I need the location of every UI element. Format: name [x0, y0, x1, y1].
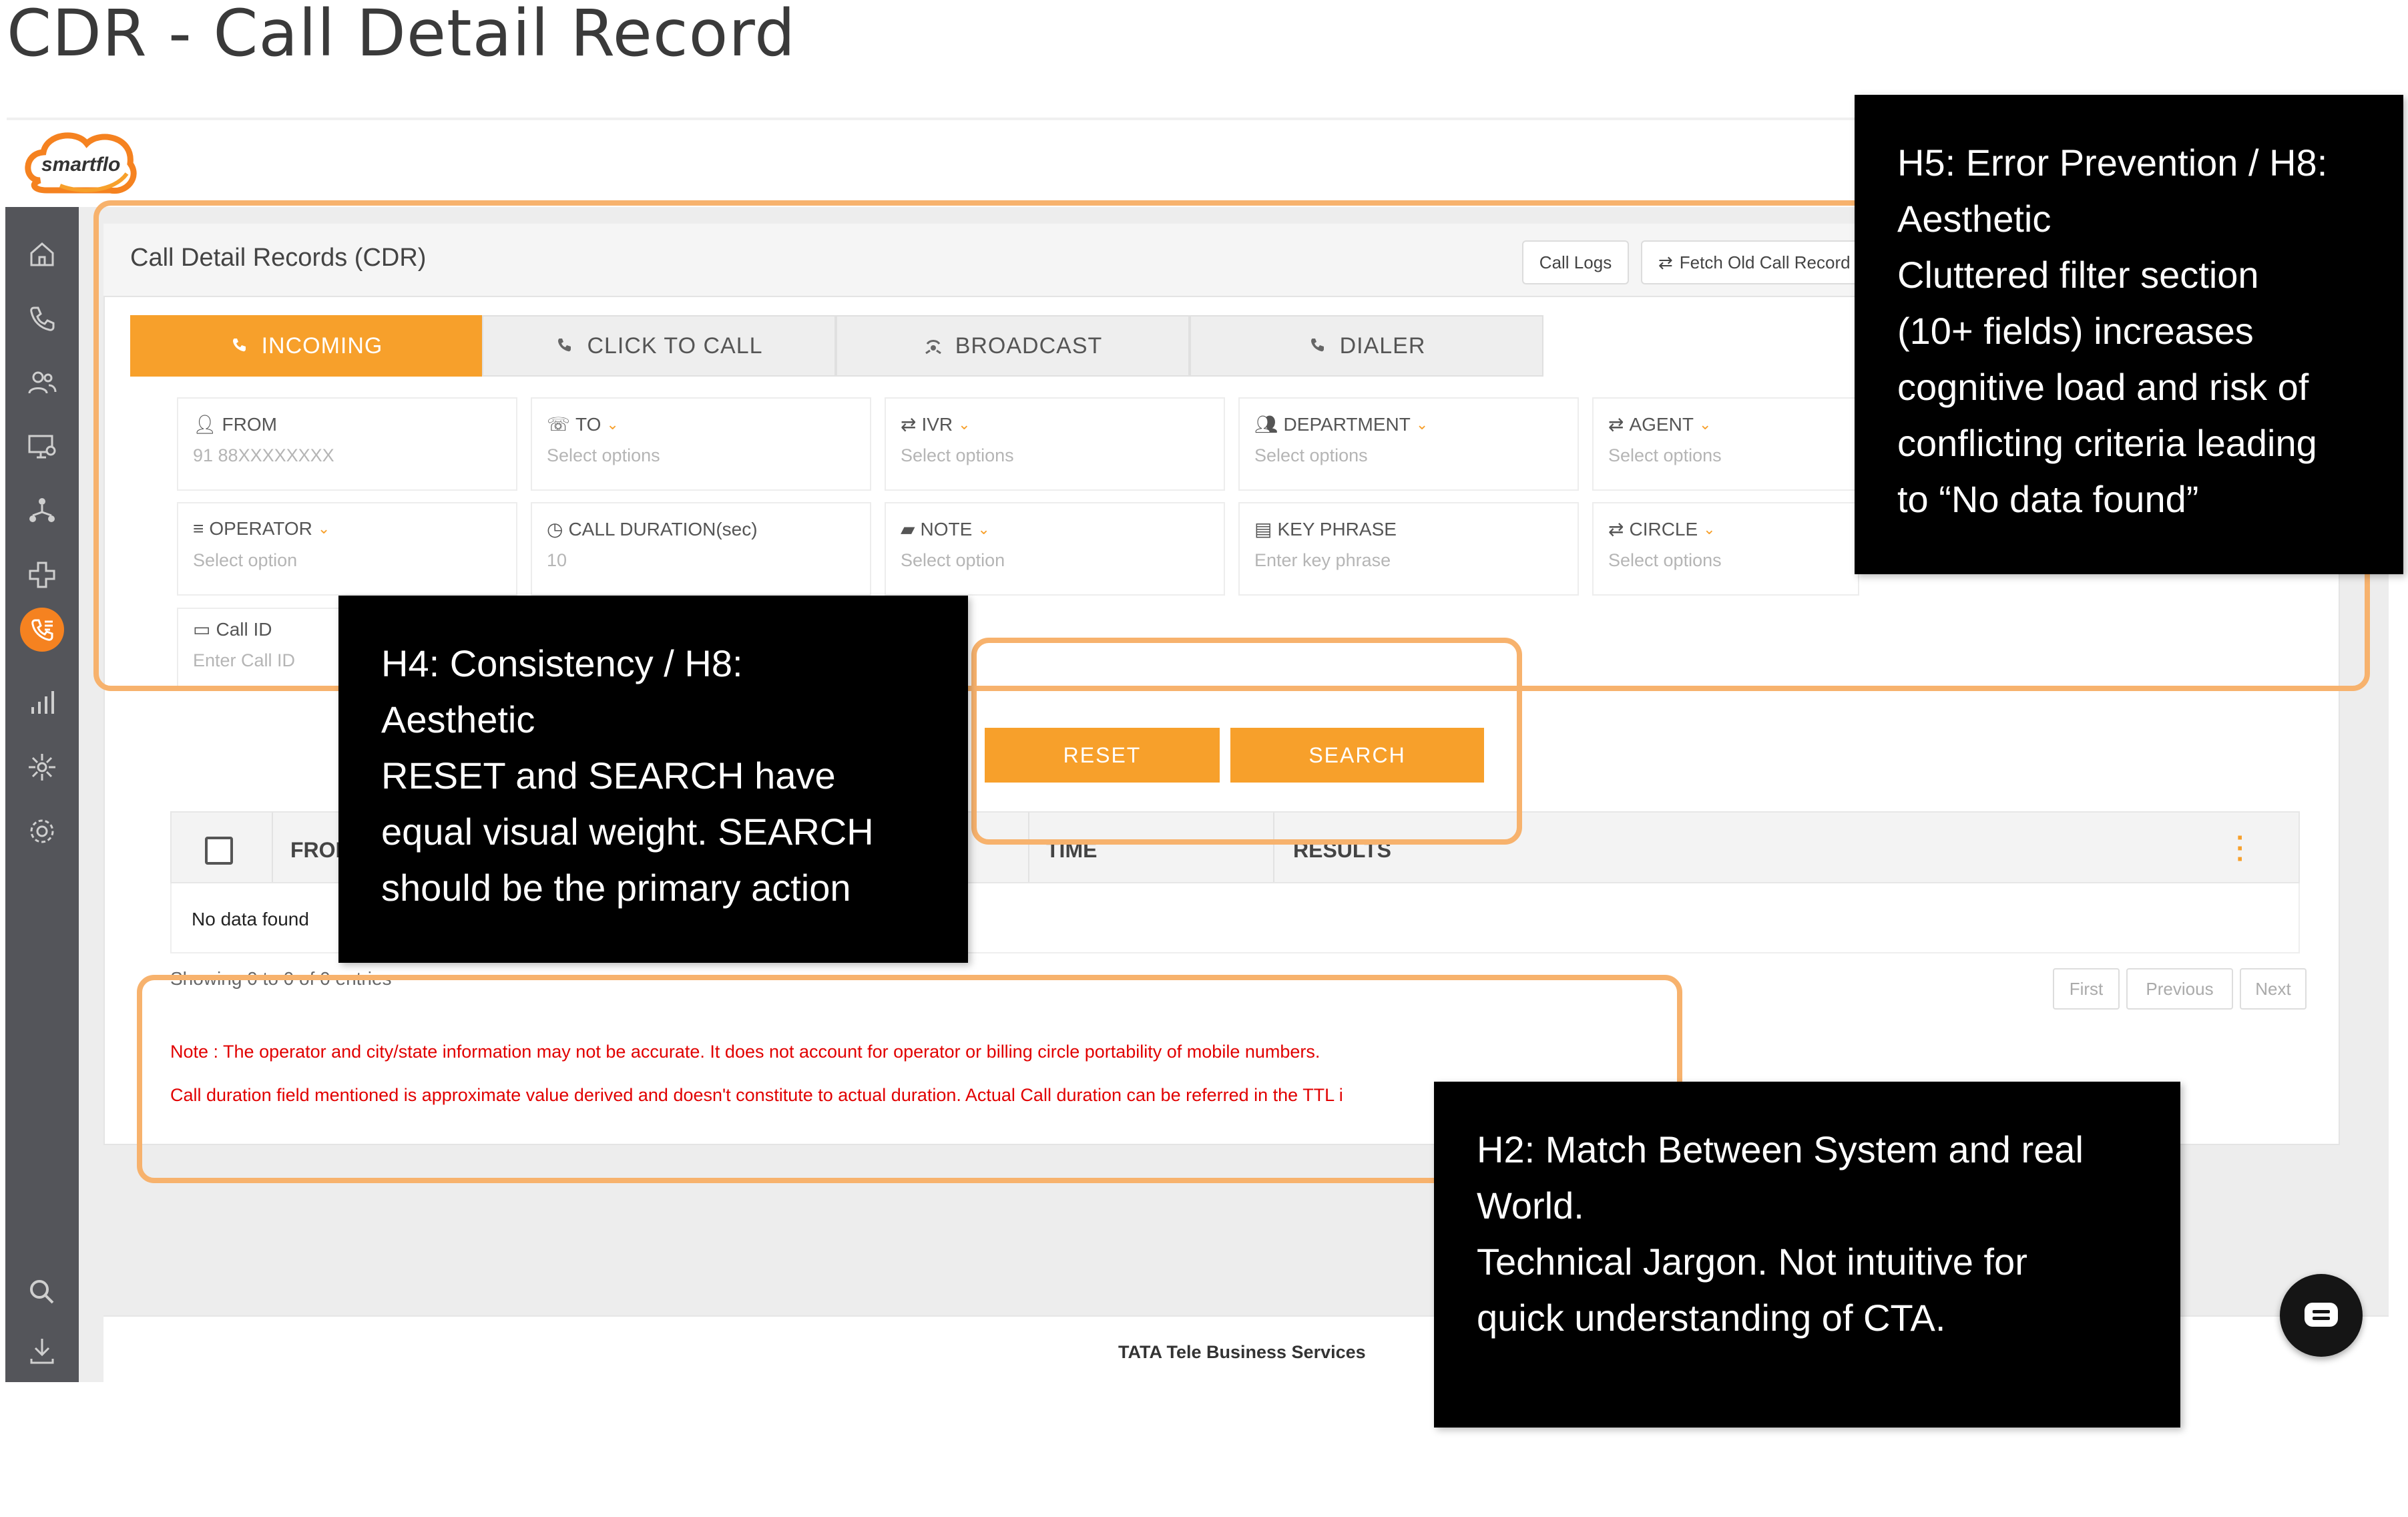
chat-button[interactable] [2280, 1274, 2363, 1357]
chat-icon [2305, 1303, 2338, 1327]
pagination-previous-button[interactable]: Previous [2126, 968, 2233, 1010]
annotation-line: Technical Jargon. Not intuitive for [1477, 1241, 2027, 1283]
annotation-line: RESET and SEARCH have [381, 754, 836, 797]
slide-title: CDR - Call Detail Record [7, 0, 796, 71]
smartflo-logo[interactable]: smartflo [20, 127, 142, 200]
annotation-line: quick understanding of CTA. [1477, 1297, 1946, 1339]
annotation-h2-match-real-world: H2: Match Between System and real World.… [1434, 1082, 2180, 1428]
annotation-line: Aesthetic [1897, 198, 2052, 240]
select-all-checkbox[interactable] [205, 837, 233, 865]
annotation-line: World. [1477, 1184, 1584, 1227]
analytics-icon[interactable] [20, 681, 64, 725]
integrations-icon[interactable] [20, 745, 64, 789]
plugin-icon[interactable] [20, 553, 64, 597]
annotation-line: H5: Error Prevention / H8: [1897, 142, 2328, 184]
annotation-h5-error-prevention: H5: Error Prevention / H8: Aesthetic Clu… [1855, 95, 2403, 574]
action-buttons-highlight [971, 638, 1522, 845]
annotation-line: equal visual weight. SEARCH [381, 811, 874, 853]
annotation-line: to “No data found” [1897, 478, 2199, 520]
logo-text: smartflo [41, 154, 120, 176]
annotation-line: Aesthetic [381, 698, 535, 740]
call-detail-icon[interactable] [20, 608, 64, 652]
hierarchy-icon[interactable] [20, 489, 64, 533]
annotation-line: should be the primary action [381, 867, 851, 909]
download-icon[interactable] [20, 1329, 64, 1373]
footer-text: TATA Tele Business Services [1118, 1342, 1366, 1362]
pagination-first-button[interactable]: First [2053, 968, 2120, 1010]
pagination-next-button[interactable]: Next [2240, 968, 2307, 1010]
annotation-line: (10+ fields) increases [1897, 310, 2254, 352]
sidebar [5, 207, 79, 1382]
annotation-line: conflicting criteria leading [1897, 422, 2317, 464]
annotation-line: H2: Match Between System and real [1477, 1128, 2084, 1170]
phone-icon[interactable] [20, 296, 64, 341]
annotation-line: H4: Consistency / H8: [381, 642, 743, 684]
annotation-line: Cluttered filter section [1897, 254, 2259, 296]
settings-icon[interactable] [20, 809, 64, 853]
home-icon[interactable] [20, 232, 64, 276]
annotation-line: cognitive load and risk of [1897, 366, 2309, 408]
more-options-icon[interactable]: · · · [2236, 825, 2245, 873]
users-icon[interactable] [20, 361, 64, 405]
monitor-settings-icon[interactable] [20, 425, 64, 469]
annotation-h4-consistency: H4: Consistency / H8: Aesthetic RESET an… [338, 596, 968, 963]
no-data-text: No data found [192, 909, 309, 929]
search-icon[interactable] [20, 1270, 64, 1314]
